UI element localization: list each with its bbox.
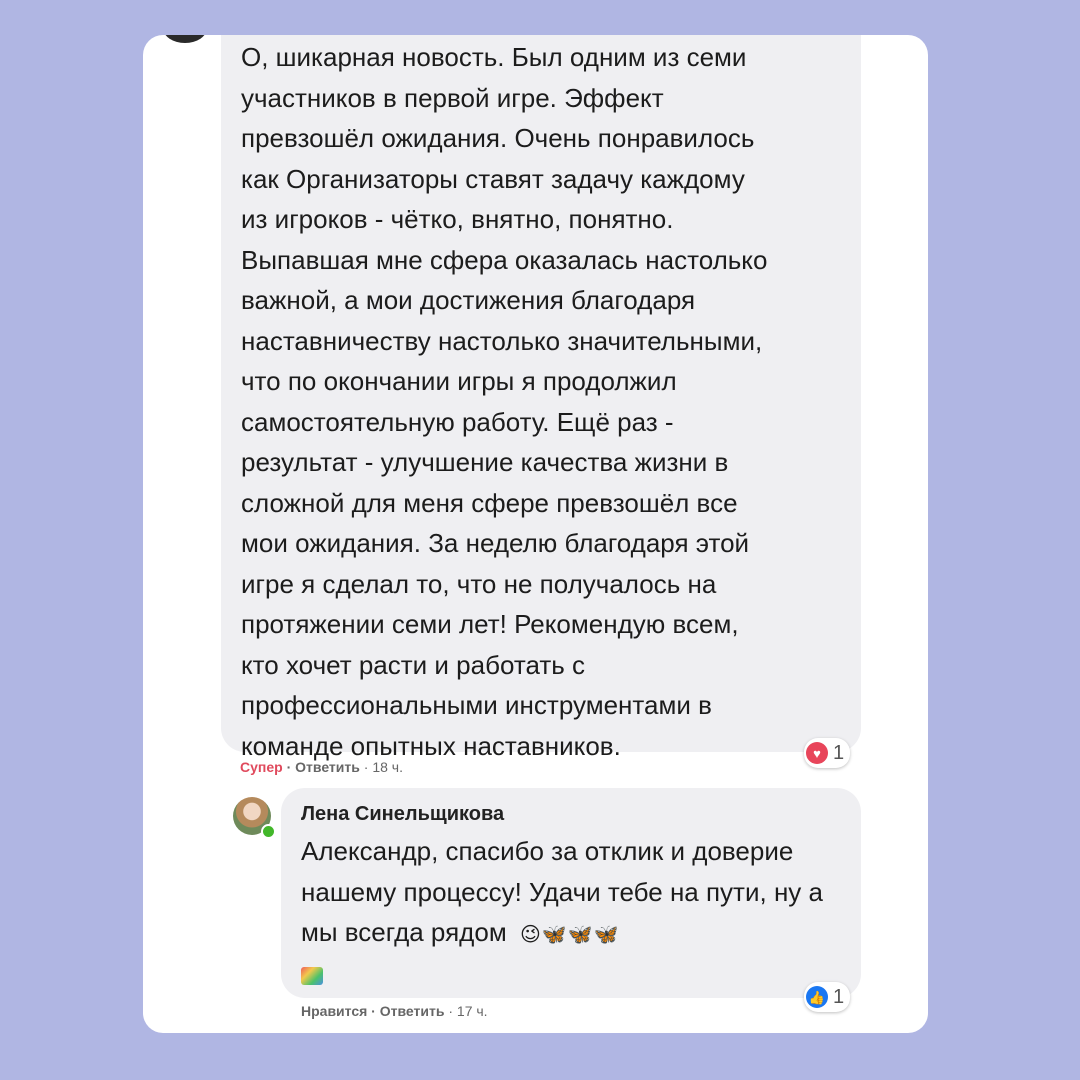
- react-button[interactable]: Супер: [240, 759, 283, 775]
- online-indicator: [261, 824, 276, 839]
- post-card: О, шикарная новость. Был одним из семи у…: [143, 35, 928, 1033]
- reply-reaction-badge[interactable]: 👍 1: [804, 982, 851, 1012]
- reply-button[interactable]: Ответить: [295, 759, 360, 775]
- timestamp[interactable]: 18 ч.: [372, 759, 403, 775]
- reaction-count: 1: [833, 985, 845, 1008]
- separator: ·: [282, 759, 296, 775]
- comment-text: О, шикарная новость. Был одним из семи у…: [241, 42, 768, 761]
- separator: ·: [359, 759, 373, 775]
- reaction-count: 1: [833, 741, 845, 764]
- separator: ·: [367, 1003, 380, 1019]
- heart-icon: ♥: [806, 742, 828, 764]
- reply-text: Александр, спасибо за отклик и доверие н…: [301, 831, 856, 956]
- reply-actions: Нравится · Ответить · 17 ч.: [301, 1003, 488, 1019]
- timestamp[interactable]: 17 ч.: [457, 1003, 488, 1019]
- like-icon: 👍: [806, 986, 828, 1008]
- like-button[interactable]: Нравится: [301, 1003, 367, 1019]
- rainbow-emoji-icon: [301, 967, 323, 985]
- comment-actions: Супер · Ответить · 18 ч.: [240, 759, 403, 775]
- comment-reaction-badge[interactable]: ♥ 1: [804, 738, 851, 768]
- butterfly-emojis: 😉🦋🦋🦋: [519, 924, 620, 946]
- separator: ·: [444, 1003, 457, 1019]
- reply-author[interactable]: Лена Синельщикова: [301, 803, 504, 826]
- reply-button[interactable]: Ответить: [380, 1003, 445, 1019]
- commenter-avatar[interactable]: [163, 35, 207, 43]
